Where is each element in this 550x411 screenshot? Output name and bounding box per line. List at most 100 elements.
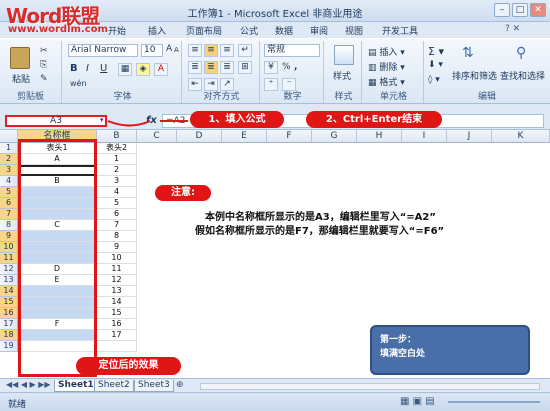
align-top-icon[interactable]: ≡: [188, 44, 202, 57]
row-header[interactable]: 19: [0, 341, 18, 352]
fill-icon[interactable]: ⬇ ▾: [428, 60, 443, 70]
insert-function-icon[interactable]: fx: [146, 115, 157, 126]
font-size-select[interactable]: 10: [141, 44, 163, 57]
column-header-j[interactable]: J: [447, 130, 492, 143]
cell-b[interactable]: 9: [97, 242, 137, 253]
new-sheet-icon[interactable]: ⊕: [176, 380, 184, 390]
grow-font-button[interactable]: A: [166, 44, 172, 54]
row-header[interactable]: 7: [0, 209, 18, 220]
minimize-button[interactable]: –: [494, 3, 510, 17]
phonetic-button[interactable]: wén: [70, 79, 87, 88]
styles-icon[interactable]: [334, 45, 354, 65]
copy-icon[interactable]: ⎘: [40, 60, 47, 70]
align-right-icon[interactable]: ≣: [220, 61, 234, 74]
cell-b[interactable]: 15: [97, 308, 137, 319]
column-header-h[interactable]: H: [357, 130, 402, 143]
border-icon[interactable]: ▦: [118, 63, 132, 76]
shrink-font-button[interactable]: A: [174, 46, 179, 54]
help-icon[interactable]: ? ✕: [505, 24, 520, 34]
delete-cells-button[interactable]: ▥ 删除 ▾: [368, 60, 405, 73]
percent-button[interactable]: %: [282, 62, 291, 72]
comma-button[interactable]: ,: [294, 62, 297, 72]
number-format-select[interactable]: 常规: [264, 44, 320, 57]
tab-home[interactable]: 开始: [108, 24, 126, 37]
sheet-tab-3[interactable]: Sheet3: [134, 380, 174, 392]
italic-button[interactable]: I: [86, 63, 89, 74]
format-painter-icon[interactable]: ✎: [40, 74, 48, 84]
cell-b[interactable]: 5: [97, 198, 137, 209]
column-header-g[interactable]: G: [312, 130, 357, 143]
find-select-button[interactable]: 查找和选择: [500, 69, 545, 82]
cell-b[interactable]: 12: [97, 275, 137, 286]
cut-icon[interactable]: ✂: [40, 46, 48, 56]
row-header[interactable]: 12: [0, 264, 18, 275]
column-header-k[interactable]: K: [492, 130, 550, 143]
row-header[interactable]: 1: [0, 143, 18, 154]
horizontal-scrollbar[interactable]: [200, 383, 540, 390]
styles-button[interactable]: 样式: [333, 69, 351, 82]
column-header-c[interactable]: C: [137, 130, 177, 143]
autosum-icon[interactable]: Σ ▾: [428, 45, 444, 58]
cell-b[interactable]: 13: [97, 286, 137, 297]
underline-button[interactable]: U: [100, 63, 107, 74]
bold-button[interactable]: B: [70, 63, 78, 74]
row-header[interactable]: 11: [0, 253, 18, 264]
cell-b[interactable]: 8: [97, 231, 137, 242]
currency-icon[interactable]: ¥: [264, 61, 278, 74]
align-center-icon[interactable]: ≣: [204, 61, 218, 74]
cell-b[interactable]: [97, 341, 137, 352]
tab-developer[interactable]: 开发工具: [382, 24, 418, 37]
format-cells-button[interactable]: ▦ 格式 ▾: [368, 75, 405, 88]
cell-b[interactable]: 17: [97, 330, 137, 341]
maximize-button[interactable]: □: [512, 3, 528, 17]
font-name-select[interactable]: Arial Narrow: [68, 44, 138, 57]
name-box[interactable]: A3: [5, 115, 107, 127]
column-header-d[interactable]: D: [177, 130, 222, 143]
sort-filter-button[interactable]: 排序和筛选: [452, 69, 497, 82]
row-header[interactable]: 17: [0, 319, 18, 330]
row-header[interactable]: 18: [0, 330, 18, 341]
tab-insert[interactable]: 插入: [148, 24, 166, 37]
row-header[interactable]: 5: [0, 187, 18, 198]
zoom-slider[interactable]: [448, 401, 540, 403]
align-middle-icon[interactable]: ≡: [204, 44, 218, 57]
row-header[interactable]: 9: [0, 231, 18, 242]
find-select-icon[interactable]: ⚲: [516, 45, 526, 61]
paste-button[interactable]: 粘贴: [12, 72, 30, 85]
tab-review[interactable]: 审阅: [310, 24, 328, 37]
tab-data[interactable]: 数据: [275, 24, 293, 37]
row-header[interactable]: 6: [0, 198, 18, 209]
merge-icon[interactable]: ⊞: [238, 61, 252, 74]
wrap-text-icon[interactable]: ↵: [238, 44, 252, 57]
paste-icon[interactable]: [10, 47, 30, 69]
cell-b[interactable]: 7: [97, 220, 137, 231]
tab-page-layout[interactable]: 页面布局: [186, 24, 222, 37]
row-header[interactable]: 14: [0, 286, 18, 297]
fill-color-icon[interactable]: ◈: [136, 63, 150, 76]
cell-b[interactable]: 10: [97, 253, 137, 264]
cell-b1[interactable]: 表头2: [97, 143, 137, 154]
sheet-tab-1[interactable]: Sheet1: [54, 380, 98, 392]
column-header-i[interactable]: I: [402, 130, 447, 143]
close-button[interactable]: ✕: [530, 3, 546, 17]
row-header[interactable]: 4: [0, 176, 18, 187]
row-header[interactable]: 2: [0, 154, 18, 165]
sort-filter-icon[interactable]: ⇅: [462, 45, 474, 61]
name-box-dropdown-icon[interactable]: ▾: [100, 116, 104, 124]
align-bottom-icon[interactable]: ≡: [220, 44, 234, 57]
cell-b[interactable]: 3: [97, 176, 137, 187]
clear-icon[interactable]: ◊ ▾: [428, 75, 440, 85]
column-header-f[interactable]: F: [267, 130, 312, 143]
cell-b[interactable]: 4: [97, 187, 137, 198]
tab-formulas[interactable]: 公式: [240, 24, 258, 37]
cell-b[interactable]: 6: [97, 209, 137, 220]
cell-b[interactable]: 14: [97, 297, 137, 308]
align-left-icon[interactable]: ≣: [188, 61, 202, 74]
column-header-e[interactable]: E: [222, 130, 267, 143]
select-all-corner[interactable]: [0, 130, 18, 143]
row-header[interactable]: 3: [0, 165, 18, 176]
row-header[interactable]: 8: [0, 220, 18, 231]
insert-cells-button[interactable]: ▤ 插入 ▾: [368, 45, 405, 58]
cell-b[interactable]: 2: [97, 165, 137, 176]
font-color-icon[interactable]: A: [154, 63, 168, 76]
